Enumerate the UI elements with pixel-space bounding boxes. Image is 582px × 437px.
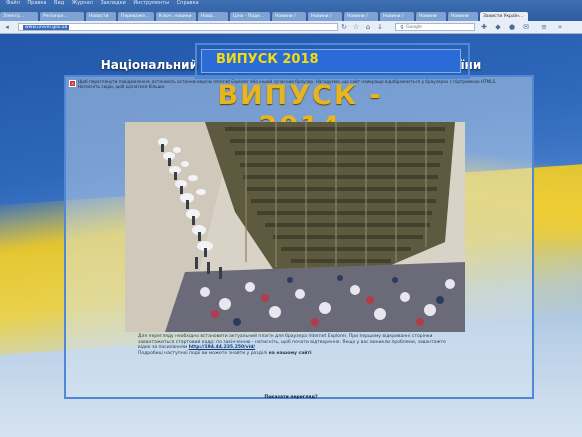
tab-8[interactable]: Новини / (272, 12, 306, 21)
tab-5[interactable]: Ключ. новини (156, 12, 196, 21)
back-arrow-icon[interactable]: ◂ (3, 23, 11, 31)
tab-4[interactable]: Переваже... (118, 12, 154, 21)
graduation-photo[interactable] (125, 122, 465, 332)
tab-12[interactable]: Новини (416, 12, 446, 21)
menu-edit[interactable]: Правка (27, 0, 46, 6)
download-icon[interactable]: ↓ (376, 23, 384, 31)
video-link[interactable]: http://194.44.235.250/vid/ (189, 345, 255, 350)
overflow-icon[interactable]: » (556, 23, 564, 31)
body-line-1: Для перегляду необхідно встановити актуа… (138, 334, 348, 339)
menu-file[interactable]: Файл (6, 0, 20, 6)
show-view-link[interactable]: Показати перегляд? (0, 395, 582, 400)
address-bar[interactable]: www.univer.gov.ua (18, 23, 338, 31)
home-icon[interactable]: ⌂ (364, 23, 372, 31)
body-bold: на нашому сайті (268, 350, 312, 356)
extension-icon[interactable]: ✚ (480, 23, 488, 31)
parade-image (125, 122, 465, 332)
tab-strip: Электр... Регіонал... Новости Переваже..… (0, 12, 582, 21)
search-input[interactable]: Google (395, 23, 475, 31)
menu-tools[interactable]: Инструменты (133, 0, 169, 6)
menu-icon[interactable]: ≡ (540, 23, 548, 31)
tab-11[interactable]: Новини / (380, 12, 414, 21)
addon-icon[interactable]: ◆ (494, 23, 502, 31)
overlay-label: ВИПУСК 2018 (216, 52, 319, 67)
tab-9[interactable]: Новини / (308, 12, 342, 21)
menu-view[interactable]: Вид (54, 0, 64, 6)
menu-bar: Файл Правка Вид Журнал Закладки Инструме… (0, 0, 582, 7)
navigation-bar: ◂ www.univer.gov.ua ↻ ☆ ⌂ ↓ Google g ✚ ◆… (0, 21, 582, 34)
search-engine-icon: g (400, 24, 404, 30)
tab-2[interactable]: Регіонал... (40, 12, 84, 21)
close-notice-icon[interactable]: × (69, 80, 76, 87)
tab-1[interactable]: Электр... (0, 12, 38, 21)
tab-7[interactable]: Ціно - Поде... (230, 12, 270, 21)
tab-active[interactable]: Захисти Україн... (480, 12, 528, 21)
menu-history[interactable]: Журнал (72, 0, 93, 6)
addon-icon-2[interactable]: ● (508, 23, 516, 31)
address-text: www.univer.gov.ua (23, 25, 70, 30)
tab-10[interactable]: Новини / (344, 12, 378, 21)
tab-3[interactable]: Новости (86, 12, 116, 21)
body-line-4: Подробиці наступної події ви можете знай… (138, 350, 268, 356)
menu-bookmarks[interactable]: Закладки (100, 0, 125, 6)
tab-6[interactable]: Нова... (198, 12, 228, 21)
reload-icon[interactable]: ↻ (340, 23, 348, 31)
tab-13[interactable]: Новини (448, 12, 478, 21)
page-body-text: Для перегляду необхідно встановити актуа… (138, 334, 458, 356)
menu-help[interactable]: Справка (177, 0, 199, 6)
addon-icon-3[interactable]: ✉ (522, 23, 530, 31)
bookmark-star-icon[interactable]: ☆ (352, 23, 360, 31)
browser-tab-bar: Файл Правка Вид Журнал Закладки Инструме… (0, 0, 582, 21)
